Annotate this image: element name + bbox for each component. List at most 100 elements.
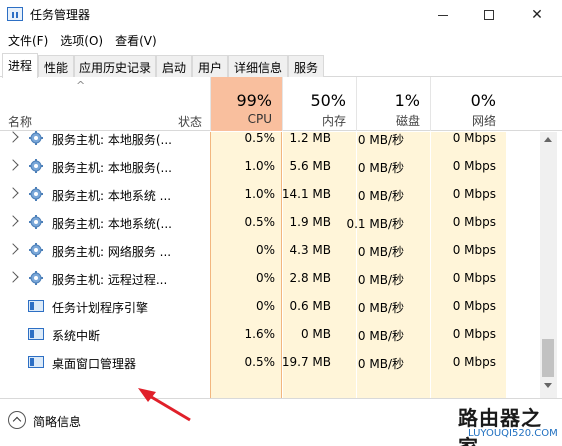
disk-value: 0 MB/秒 (357, 301, 404, 315)
memory-total: 50% (310, 91, 346, 110)
column-network[interactable]: 0% 网络 (430, 77, 506, 131)
network-value: 0 Mbps (452, 243, 496, 257)
cpu-value: 1.0% (244, 187, 276, 201)
column-cpu[interactable]: 99% CPU (210, 77, 282, 131)
scroll-up-icon[interactable] (544, 137, 552, 142)
scroll-thumb[interactable] (542, 339, 554, 377)
table-row[interactable]: 服务主机: 网络服务 ... 0% 4.3 MB 0 MB/秒 0 Mbps (0, 237, 540, 265)
memory-value: 19.7 MB (281, 355, 331, 369)
sort-ascending-icon: ^ (76, 79, 86, 92)
menu-file[interactable]: 文件(F) (4, 30, 52, 50)
window-icon (28, 300, 44, 312)
disk-value: 0 MB/秒 (357, 245, 404, 259)
memory-value: 5.6 MB (289, 159, 331, 173)
table-header: ^ 名称 状态 99% CPU 50% 内存 1% 磁盘 0% 网络 (0, 77, 562, 131)
tab-app-history[interactable]: 应用历史记录 (74, 55, 156, 77)
process-name: 服务主机: 本地服务(... (52, 161, 172, 175)
gear-icon (28, 270, 44, 286)
process-name: 桌面窗口管理器 (52, 357, 137, 371)
cpu-value: 1.0% (244, 159, 276, 173)
chevron-right-icon[interactable] (7, 131, 19, 143)
chevron-right-icon[interactable] (7, 215, 19, 227)
minimize-button[interactable] (420, 0, 466, 30)
title-bar[interactable]: 任务管理器 ✕ (0, 0, 562, 30)
cpu-value: 0% (255, 271, 275, 285)
column-memory[interactable]: 50% 内存 (282, 77, 356, 131)
memory-value: 2.8 MB (289, 271, 331, 285)
tab-users[interactable]: 用户 (192, 55, 228, 77)
process-rows: 服务主机: 本地服务(... 0.5% 1.2 MB 0 MB/秒 0 Mbps 服务主机… (0, 131, 540, 398)
chevron-right-icon[interactable] (7, 243, 19, 255)
window-icon (28, 328, 44, 340)
memory-value: 1.9 MB (289, 215, 331, 229)
disk-value: 0 MB/秒 (357, 189, 404, 203)
network-value: 0 Mbps (452, 187, 496, 201)
minimize-icon (438, 14, 448, 16)
disk-value: 0 MB/秒 (357, 133, 404, 147)
cpu-label: CPU (247, 112, 272, 126)
tab-bar: 进程 性能 应用历史记录 启动 用户 详细信息 服务 (0, 53, 562, 78)
chevron-right-icon[interactable] (7, 271, 19, 283)
table-row[interactable]: 服务主机: 本地服务(... 0.5% 1.2 MB 0 MB/秒 0 Mbps (0, 125, 540, 153)
task-manager-icon (7, 7, 23, 21)
process-name: 系统中断 (52, 329, 101, 343)
disk-value: 0 MB/秒 (357, 273, 404, 287)
cpu-value: 0% (255, 243, 275, 257)
table-row[interactable]: 系统中断 1.6% 0 MB 0 MB/秒 0 Mbps (0, 321, 540, 349)
window-icon (28, 356, 44, 368)
cpu-total: 99% (236, 91, 272, 110)
close-icon: ✕ (531, 7, 543, 23)
chevron-right-icon[interactable] (7, 159, 19, 171)
table-row[interactable]: 服务主机: 本地系统 ... 1.0% 14.1 MB 0 MB/秒 0 Mbps (0, 181, 540, 209)
table-row[interactable]: 服务主机: 本地服务(... 1.0% 5.6 MB 0 MB/秒 0 Mbps (0, 153, 540, 181)
cpu-value: 0.5% (244, 215, 276, 229)
gear-icon (28, 186, 44, 202)
disk-value: 0 MB/秒 (357, 329, 404, 343)
network-value: 0 Mbps (452, 131, 496, 145)
window-title: 任务管理器 (30, 8, 91, 22)
menu-view[interactable]: 查看(V) (111, 30, 161, 50)
maximize-button[interactable] (466, 0, 512, 30)
table-row[interactable]: 服务主机: 远程过程... 0% 2.8 MB 0 MB/秒 0 Mbps (0, 265, 540, 293)
table-row[interactable]: 服务主机: 本地系统(... 0.5% 1.9 MB 0.1 MB/秒 0 Mbps (0, 209, 540, 237)
tab-processes[interactable]: 进程 (2, 53, 38, 78)
process-name: 服务主机: 网络服务 ... (52, 245, 172, 259)
column-disk[interactable]: 1% 磁盘 (356, 77, 430, 131)
disk-value: 0 MB/秒 (357, 161, 404, 175)
network-value: 0 Mbps (452, 271, 496, 285)
watermark-url: LUYOUQI520.COM (468, 428, 558, 439)
cpu-value: 0% (255, 299, 275, 313)
tab-services[interactable]: 服务 (288, 55, 324, 77)
memory-value: 1.2 MB (289, 131, 331, 145)
cpu-value: 1.6% (244, 327, 276, 341)
tab-performance[interactable]: 性能 (38, 55, 74, 77)
network-value: 0 Mbps (452, 159, 496, 173)
table-row[interactable]: 任务计划程序引擎 0% 0.6 MB 0 MB/秒 0 Mbps (0, 293, 540, 321)
menu-options[interactable]: 选项(O) (56, 30, 107, 50)
tab-startup[interactable]: 启动 (156, 55, 192, 77)
gear-icon (28, 242, 44, 258)
memory-value: 0 MB (300, 327, 331, 341)
chevron-right-icon[interactable] (7, 187, 19, 199)
cpu-value: 0.5% (244, 131, 276, 145)
table-row[interactable]: 桌面窗口管理器 0.5% 19.7 MB 0 MB/秒 0 Mbps (0, 349, 540, 377)
close-button[interactable]: ✕ (512, 0, 562, 30)
memory-value: 4.3 MB (289, 243, 331, 257)
gear-icon (28, 130, 44, 146)
network-value: 0 Mbps (452, 327, 496, 341)
process-name: 服务主机: 本地系统 ... (52, 189, 172, 203)
fewer-details-link[interactable]: 简略信息 (33, 413, 81, 430)
disk-value: 0.1 MB/秒 (346, 217, 404, 231)
process-name: 服务主机: 本地服务(... (52, 133, 172, 147)
process-name: 任务计划程序引擎 (52, 301, 149, 315)
network-value: 0 Mbps (452, 355, 496, 369)
chevron-up-circle-icon[interactable] (8, 411, 26, 429)
tab-details[interactable]: 详细信息 (228, 55, 288, 77)
network-value: 0 Mbps (452, 215, 496, 229)
network-total: 0% (470, 91, 496, 110)
disk-value: 0 MB/秒 (357, 357, 404, 371)
scroll-down-icon[interactable] (544, 383, 552, 388)
menu-bar: 文件(F) 选项(O) 查看(V) (0, 30, 562, 50)
cpu-value: 0.5% (244, 355, 276, 369)
process-name: 服务主机: 本地系统(... (52, 217, 172, 231)
